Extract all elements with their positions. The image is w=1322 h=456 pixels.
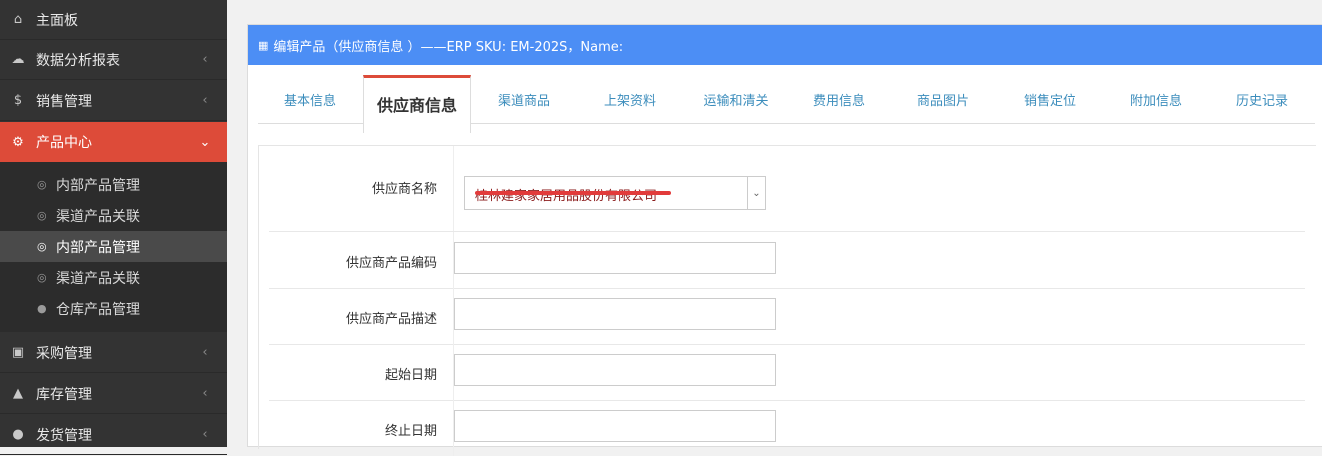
- tab-supplier-info[interactable]: 供应商信息: [363, 75, 471, 133]
- sidebar-item-label: 数据分析报表: [36, 52, 120, 69]
- sidebar-item-sales[interactable]: $ 销售管理 ‹: [0, 81, 227, 121]
- gift-icon: ▦: [258, 38, 269, 52]
- tab-channel-products[interactable]: 渠道商品: [471, 75, 577, 123]
- sidebar-item-reports[interactable]: ☁ 数据分析报表 ‹: [0, 40, 227, 80]
- circle-icon: ●: [12, 427, 24, 442]
- chevron-left-icon: ‹: [202, 386, 208, 401]
- tab-label: 供应商信息: [376, 95, 457, 115]
- sidebar: ⌂ 主面板 ☁ 数据分析报表 ‹ $ 销售管理 ‹ ⚙ 产品中心 ⌄ ◎ 内部产…: [0, 0, 227, 455]
- chevron-left-icon: ‹: [202, 345, 208, 360]
- sidebar-subitem-label: 渠道产品关联: [56, 208, 140, 225]
- supplier-code-label: 供应商产品编码: [345, 256, 437, 271]
- form-row-supplier-name: 供应商名称 桂林建家家居用品股份有限公司 ⌄: [269, 146, 1305, 232]
- android-icon: ▲: [13, 386, 23, 401]
- sidebar-item-products[interactable]: ⚙ 产品中心 ⌄: [0, 122, 227, 162]
- end-date-input[interactable]: [454, 410, 776, 442]
- supplier-desc-input[interactable]: [454, 298, 776, 330]
- home-icon: ⌂: [13, 12, 23, 27]
- dollar-icon: $: [13, 93, 23, 108]
- sidebar-item-dashboard[interactable]: ⌂ 主面板: [0, 0, 227, 40]
- tab-basic-info[interactable]: 基本信息: [258, 75, 362, 123]
- sidebar-item-label: 销售管理: [36, 93, 92, 110]
- sidebar-item-shipping[interactable]: ● 发货管理 ‹: [0, 415, 227, 455]
- tab-additional-info[interactable]: 附加信息: [1103, 75, 1209, 123]
- sidebar-subitem-label: 仓库产品管理: [56, 301, 140, 318]
- sidebar-subitem-channel-link-2[interactable]: ◎ 渠道产品关联: [0, 262, 227, 293]
- circle-icon: ◎: [37, 209, 47, 222]
- cube-icon: ▣: [11, 345, 25, 360]
- sidebar-subitem-warehouse-products[interactable]: ● 仓库产品管理: [0, 293, 227, 324]
- supplier-desc-label: 供应商产品描述: [345, 312, 437, 327]
- panel-header: ▦ 编辑产品（供应商信息 ）——ERP SKU: EM-202S，Name:: [248, 25, 1322, 65]
- sidebar-subitem-internal-products-active[interactable]: ◎ 内部产品管理: [0, 231, 227, 262]
- tab-history[interactable]: 历史记录: [1209, 75, 1315, 123]
- tab-bar: 基本信息 供应商信息 渠道商品 上架资料 运输和清关 费用信息 商品图片 销售定…: [258, 75, 1315, 133]
- circle-icon: ◎: [37, 178, 47, 191]
- sidebar-item-purchasing[interactable]: ▣ 采购管理 ‹: [0, 333, 227, 373]
- cogs-icon: ⚙: [12, 134, 24, 150]
- cloud-icon: ☁: [11, 52, 25, 67]
- sidebar-item-label: 产品中心: [36, 135, 92, 151]
- circle-filled-icon: ●: [37, 302, 47, 315]
- start-date-label: 起始日期: [384, 368, 437, 383]
- circle-icon: ◎: [37, 271, 47, 284]
- supplier-name-label: 供应商名称: [371, 182, 437, 197]
- start-date-input[interactable]: [454, 354, 776, 386]
- sidebar-subitem-channel-link[interactable]: ◎ 渠道产品关联: [0, 200, 227, 231]
- sidebar-item-inventory[interactable]: ▲ 库存管理 ‹: [0, 374, 227, 414]
- tab-shipping-customs[interactable]: 运输和清关: [683, 75, 789, 123]
- chevron-left-icon: ‹: [202, 93, 208, 108]
- sidebar-subitem-label: 渠道产品关联: [56, 270, 140, 287]
- form-row-start-date: 起始日期: [269, 344, 1305, 401]
- sidebar-item-label: 采购管理: [36, 345, 92, 362]
- sidebar-subitem-internal-products[interactable]: ◎ 内部产品管理: [0, 169, 227, 200]
- form-row-supplier-code: 供应商产品编码: [269, 232, 1305, 289]
- end-date-label: 终止日期: [384, 424, 437, 439]
- panel-title: 编辑产品（供应商信息 ）——ERP SKU: EM-202S，Name:: [273, 39, 624, 55]
- sidebar-subitem-label: 内部产品管理: [56, 177, 140, 194]
- chevron-left-icon: ‹: [202, 427, 208, 442]
- row-divider: [453, 146, 454, 231]
- edit-product-panel: ▦ 编辑产品（供应商信息 ）——ERP SKU: EM-202S，Name: 基…: [247, 24, 1322, 456]
- tab-cost-info[interactable]: 费用信息: [789, 75, 889, 123]
- sidebar-item-label: 发货管理: [36, 427, 92, 444]
- redaction-strike: [475, 191, 671, 195]
- tab-listing-materials[interactable]: 上架资料: [577, 75, 683, 123]
- form-row-supplier-desc: 供应商产品描述: [269, 288, 1305, 345]
- sidebar-item-label: 主面板: [36, 12, 78, 29]
- chevron-left-icon: ‹: [202, 52, 208, 67]
- sidebar-subitem-label: 内部产品管理: [56, 239, 140, 256]
- tab-product-images[interactable]: 商品图片: [889, 75, 997, 123]
- chevron-down-icon: ⌄: [747, 177, 765, 209]
- supplier-form: 供应商名称 桂林建家家居用品股份有限公司 ⌄ 供应商产品编码 供应商产品描述 起…: [258, 145, 1316, 456]
- form-row-end-date: 终止日期: [269, 400, 1305, 456]
- supplier-name-select[interactable]: 桂林建家家居用品股份有限公司 ⌄: [464, 176, 766, 210]
- tab-sales-positioning[interactable]: 销售定位: [997, 75, 1103, 123]
- chevron-down-icon: ⌄: [199, 134, 211, 150]
- circle-icon: ◎: [37, 240, 47, 253]
- sidebar-item-label: 库存管理: [36, 386, 92, 403]
- supplier-code-input[interactable]: [454, 242, 776, 274]
